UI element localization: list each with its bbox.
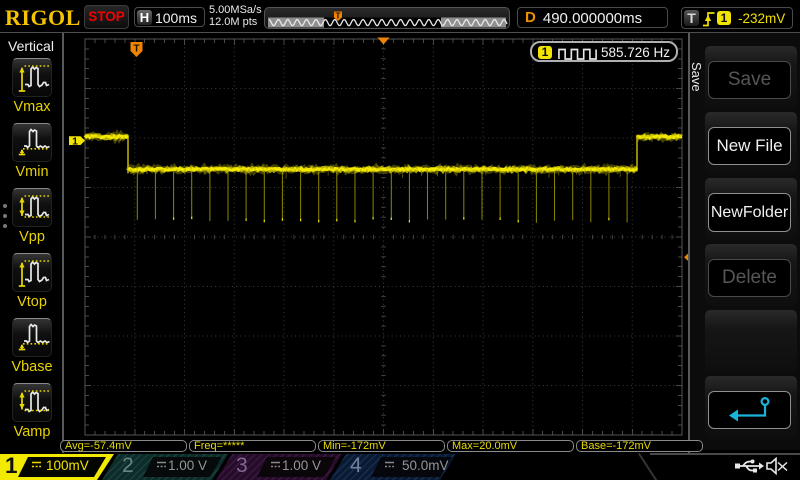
svg-text:T: T (336, 12, 341, 21)
svg-text:1: 1 (72, 135, 78, 147)
svg-text:T: T (134, 44, 140, 55)
